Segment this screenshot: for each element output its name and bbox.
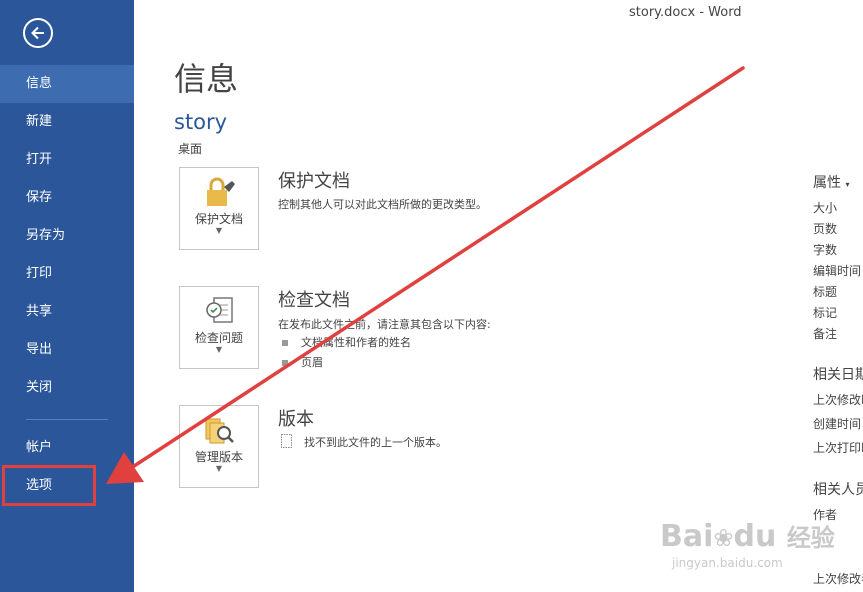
paw-icon: ❀ [713,524,734,552]
watermark-logo: Bai❀du 经验 [660,519,835,554]
annotation-arrow [106,66,745,484]
watermark-url: jingyan.baidu.com [672,556,783,570]
